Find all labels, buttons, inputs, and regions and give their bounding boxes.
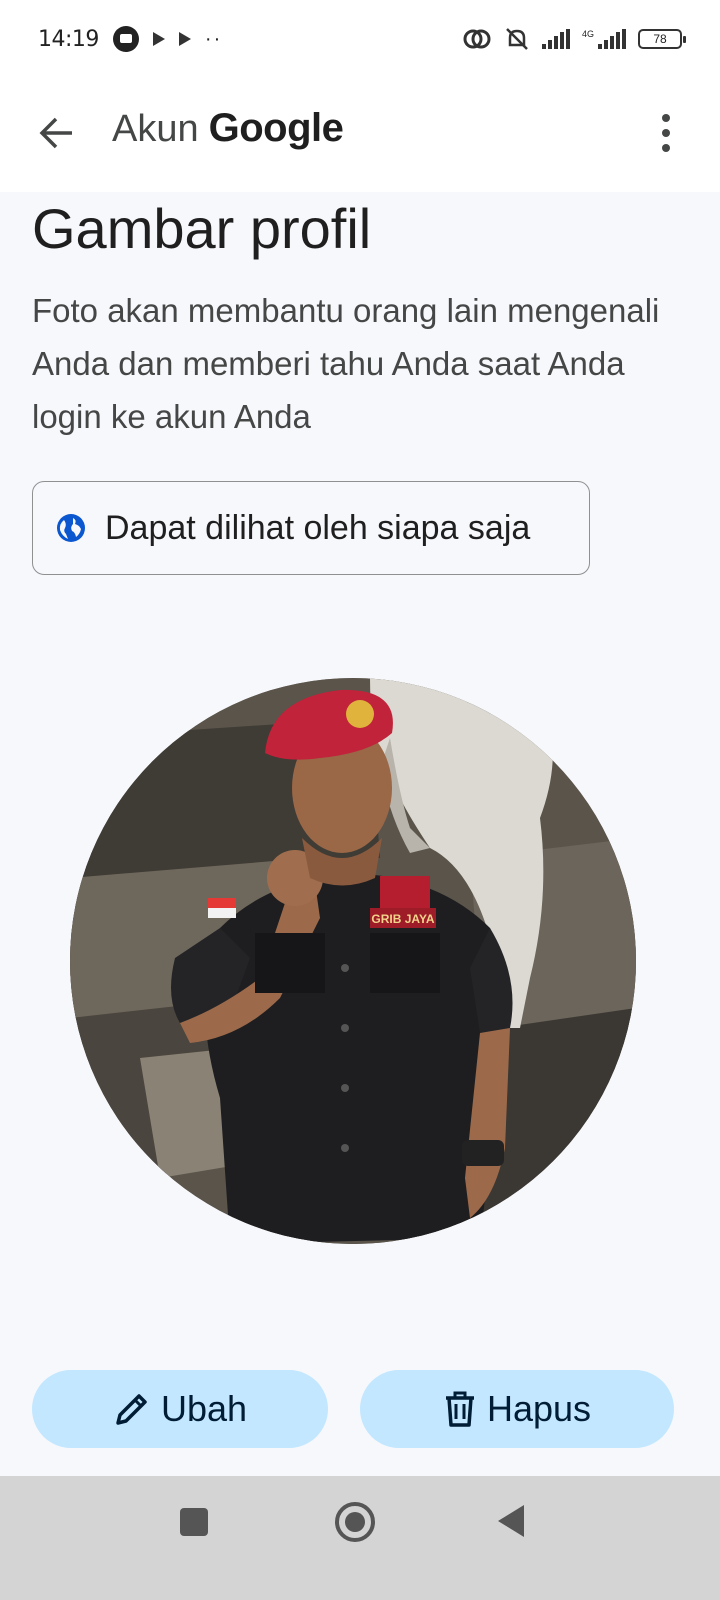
battery-icon: 78 (638, 29, 686, 49)
message-notification-icon (112, 26, 139, 52)
profile-photo-illustration: GRIB JAYA (70, 678, 636, 1244)
google-logo-text: Google (208, 106, 344, 150)
recent-apps-button[interactable] (180, 1508, 208, 1536)
app-bar: Akun Google (0, 78, 720, 192)
more-vert-icon (662, 114, 670, 122)
home-button[interactable] (335, 1502, 375, 1542)
signal-icon (541, 29, 570, 49)
signal-4g-icon: 4G (582, 29, 626, 49)
system-nav-bar (0, 1476, 720, 1600)
visibility-label: Dapat dilihat oleh siapa saja (105, 508, 531, 547)
more-notifications-icon: ·· (204, 27, 223, 50)
delete-button-label: Hapus (486, 1388, 592, 1429)
status-bar: 14:19 ·· 4G 78 (0, 0, 720, 78)
network-type: 4G (581, 29, 594, 39)
edit-button-label: Ubah (160, 1388, 248, 1429)
edit-button[interactable]: Ubah (32, 1370, 328, 1448)
photo-badge-text: GRIB JAYA (371, 912, 434, 926)
trash-icon (445, 1391, 474, 1427)
pencil-icon (116, 1394, 147, 1425)
page-description: Foto akan membantu orang lain mengenali … (32, 292, 660, 435)
app-title: Akun Google (112, 106, 344, 151)
more-options-button[interactable] (654, 110, 678, 156)
play-notification-icon (152, 32, 165, 46)
system-back-button[interactable] (498, 1505, 524, 1537)
status-time: 14:19 (38, 26, 99, 52)
back-button[interactable] (36, 113, 76, 153)
play-notification-icon-2 (178, 32, 191, 46)
app-title-prefix: Akun (112, 108, 199, 150)
hotspot-icon (463, 29, 491, 49)
arrow-left-icon (39, 117, 72, 149)
status-left: 14:19 ·· (38, 26, 222, 52)
globe-icon (57, 514, 85, 542)
visibility-chip[interactable]: Dapat dilihat oleh siapa saja (32, 481, 590, 575)
status-right: 4G 78 (462, 26, 686, 52)
delete-button[interactable]: Hapus (360, 1370, 674, 1448)
profile-photo: GRIB JAYA (70, 678, 636, 1244)
bell-muted-icon (506, 28, 528, 50)
page-title: Gambar profil (32, 197, 372, 260)
